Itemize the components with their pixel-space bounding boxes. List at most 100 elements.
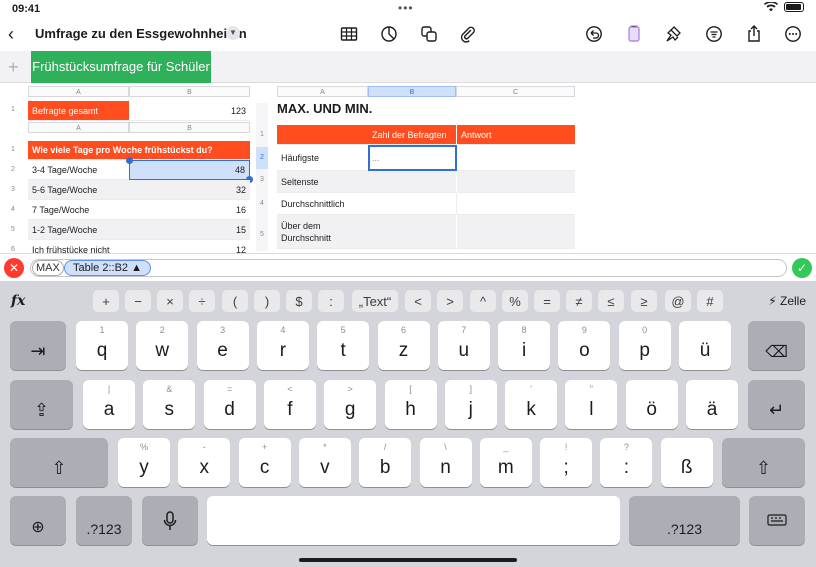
formula-reference-token[interactable]: Table 2::B2 ▲ — [64, 260, 151, 276]
table1-label-cell[interactable]: Befragte gesamt — [28, 101, 129, 121]
tab-active-sheet[interactable]: Frühstücksumfrage für Schüler — [31, 51, 211, 83]
table3-cell[interactable] — [456, 215, 575, 249]
table3-header-empty[interactable] — [277, 125, 368, 145]
numbers-key-left[interactable]: .?123 — [76, 496, 132, 545]
letter-key[interactable]: 5t — [317, 321, 370, 370]
operator-key[interactable]: + — [93, 290, 119, 312]
shift-lock-key[interactable]: ⇪ — [10, 380, 73, 429]
row-number-selected[interactable]: 2 — [256, 147, 268, 169]
table2-header-cell[interactable]: Wie viele Tage pro Woche frühstückst du? — [28, 141, 250, 160]
letter-key[interactable]: 8i — [498, 321, 551, 370]
operator-key[interactable]: $ — [286, 290, 312, 312]
paintbrush-icon[interactable] — [664, 24, 684, 44]
table1-value-cell[interactable]: 123 — [129, 101, 250, 121]
letter-key[interactable]: 6z — [377, 321, 430, 370]
table-icon[interactable] — [339, 24, 359, 44]
table2-row-value[interactable]: 16 — [129, 200, 250, 220]
chart-icon[interactable] — [379, 24, 399, 44]
operator-key[interactable]: − — [125, 290, 151, 312]
share-icon[interactable] — [744, 24, 764, 44]
chevron-down-icon[interactable]: ▼ — [226, 26, 240, 40]
letter-key[interactable]: 3e — [196, 321, 249, 370]
cancel-formula-icon[interactable]: ✕ — [4, 258, 24, 278]
operator-key[interactable]: ≥ — [631, 290, 657, 312]
table3-cell[interactable] — [456, 171, 575, 193]
letter-key[interactable]: > g — [324, 380, 377, 429]
operator-key[interactable]: % — [502, 290, 528, 312]
letter-key[interactable]: ' k — [505, 380, 558, 429]
table2-row-label[interactable]: Ich frühstücke nicht — [28, 240, 129, 254]
formula-function-token[interactable]: MAX — [32, 260, 64, 276]
operator-key[interactable]: × — [157, 290, 183, 312]
column-header[interactable]: B — [129, 122, 250, 133]
table3-cell[interactable] — [457, 145, 575, 171]
operator-key[interactable]: = — [534, 290, 560, 312]
return-key[interactable]: ↵ — [748, 380, 805, 429]
space-key[interactable] — [207, 496, 620, 545]
operator-key[interactable]: # — [697, 290, 723, 312]
letter-key[interactable]: ] j — [444, 380, 497, 429]
operator-key[interactable]: ) — [254, 290, 280, 312]
letter-key[interactable]: ü — [679, 321, 731, 370]
letter-key[interactable]: 4r — [256, 321, 309, 370]
column-header-selected[interactable]: B — [368, 86, 456, 97]
table3-header-cell[interactable]: Antwort — [456, 125, 575, 145]
globe-key[interactable]: ⊕ — [10, 496, 66, 545]
operator-key[interactable]: > — [437, 290, 463, 312]
letter-key[interactable]: = d — [203, 380, 256, 429]
table2-row-value[interactable]: 32 — [129, 180, 250, 200]
function-icon[interactable]: fx — [11, 293, 25, 309]
organize-icon[interactable] — [704, 24, 724, 44]
letter-key[interactable]: 9o — [558, 321, 611, 370]
table3-row-label[interactable]: Häufigste — [277, 145, 368, 171]
letter-key[interactable]: 1q — [76, 321, 128, 370]
back-icon[interactable]: ‹ — [8, 24, 14, 45]
operator-key[interactable]: < — [405, 290, 431, 312]
shift-left-key[interactable]: ⇧ — [10, 438, 108, 487]
letter-key[interactable]: " l — [565, 380, 618, 429]
letter-key[interactable]: ?: — [600, 438, 653, 487]
multitasking-dots-icon[interactable]: ••• — [398, 1, 414, 15]
table3-row-label[interactable]: Durchschnittlich — [277, 193, 368, 215]
table-title[interactable]: MAX. UND MIN. — [277, 101, 372, 116]
table3-row-label[interactable]: Seltenste — [277, 171, 368, 193]
table2-row-value[interactable]: 15 — [129, 220, 250, 240]
table3-cell[interactable] — [368, 193, 456, 215]
table3-cell[interactable] — [368, 215, 456, 249]
table2-row-value[interactable]: 12 — [129, 240, 250, 254]
operator-key[interactable]: ( — [222, 290, 248, 312]
operator-key[interactable]: ≠ — [566, 290, 592, 312]
table2-row-label[interactable]: 3-4 Tage/Woche — [28, 160, 129, 180]
document-title[interactable]: Umfrage zu den Essgewohnheiten — [35, 26, 247, 41]
operator-key[interactable]: ÷ — [189, 290, 215, 312]
spreadsheet-canvas[interactable]: A B 1 Befragte gesamt 123 A B 1 Wie viel… — [0, 83, 816, 253]
table2-row-label[interactable]: 5-6 Tage/Woche — [28, 180, 129, 200]
delete-key[interactable]: ⌫ — [748, 321, 805, 370]
letter-key[interactable]: * v — [298, 438, 351, 487]
undo-icon[interactable] — [584, 24, 604, 44]
more-icon[interactable] — [783, 24, 803, 44]
table3-header-cell[interactable]: Zahl der Befragten — [368, 125, 456, 145]
letter-key[interactable]: | a — [83, 380, 135, 429]
format-cell-icon[interactable] — [624, 24, 644, 44]
column-header[interactable]: A — [277, 86, 368, 97]
letter-key[interactable]: ß — [660, 438, 713, 487]
operator-key[interactable]: ≤ — [598, 290, 624, 312]
table3-cell-b2-editing[interactable]: ... — [368, 145, 457, 171]
letter-key[interactable]: & s — [143, 380, 196, 429]
letter-key[interactable]: _ m — [479, 438, 532, 487]
shift-right-key[interactable]: ⇧ — [722, 438, 805, 487]
operator-key[interactable]: ^ — [470, 290, 496, 312]
letter-key[interactable]: % y — [118, 438, 170, 487]
letter-key[interactable]: !; — [540, 438, 593, 487]
shapes-icon[interactable] — [419, 24, 439, 44]
table2-row-label[interactable]: 1-2 Tage/Woche — [28, 220, 129, 240]
table2-row-label[interactable]: 7 Tage/Woche — [28, 200, 129, 220]
accept-formula-icon[interactable]: ✓ — [792, 258, 812, 278]
selection-handle[interactable] — [126, 157, 133, 164]
letter-key[interactable]: -x — [178, 438, 231, 487]
operator-key[interactable]: @ — [665, 290, 691, 312]
operator-key[interactable]: „Text“ — [352, 290, 398, 312]
letter-key[interactable]: 2w — [136, 321, 189, 370]
cell-reference-button[interactable]: ⚡ Zelle — [768, 294, 806, 308]
